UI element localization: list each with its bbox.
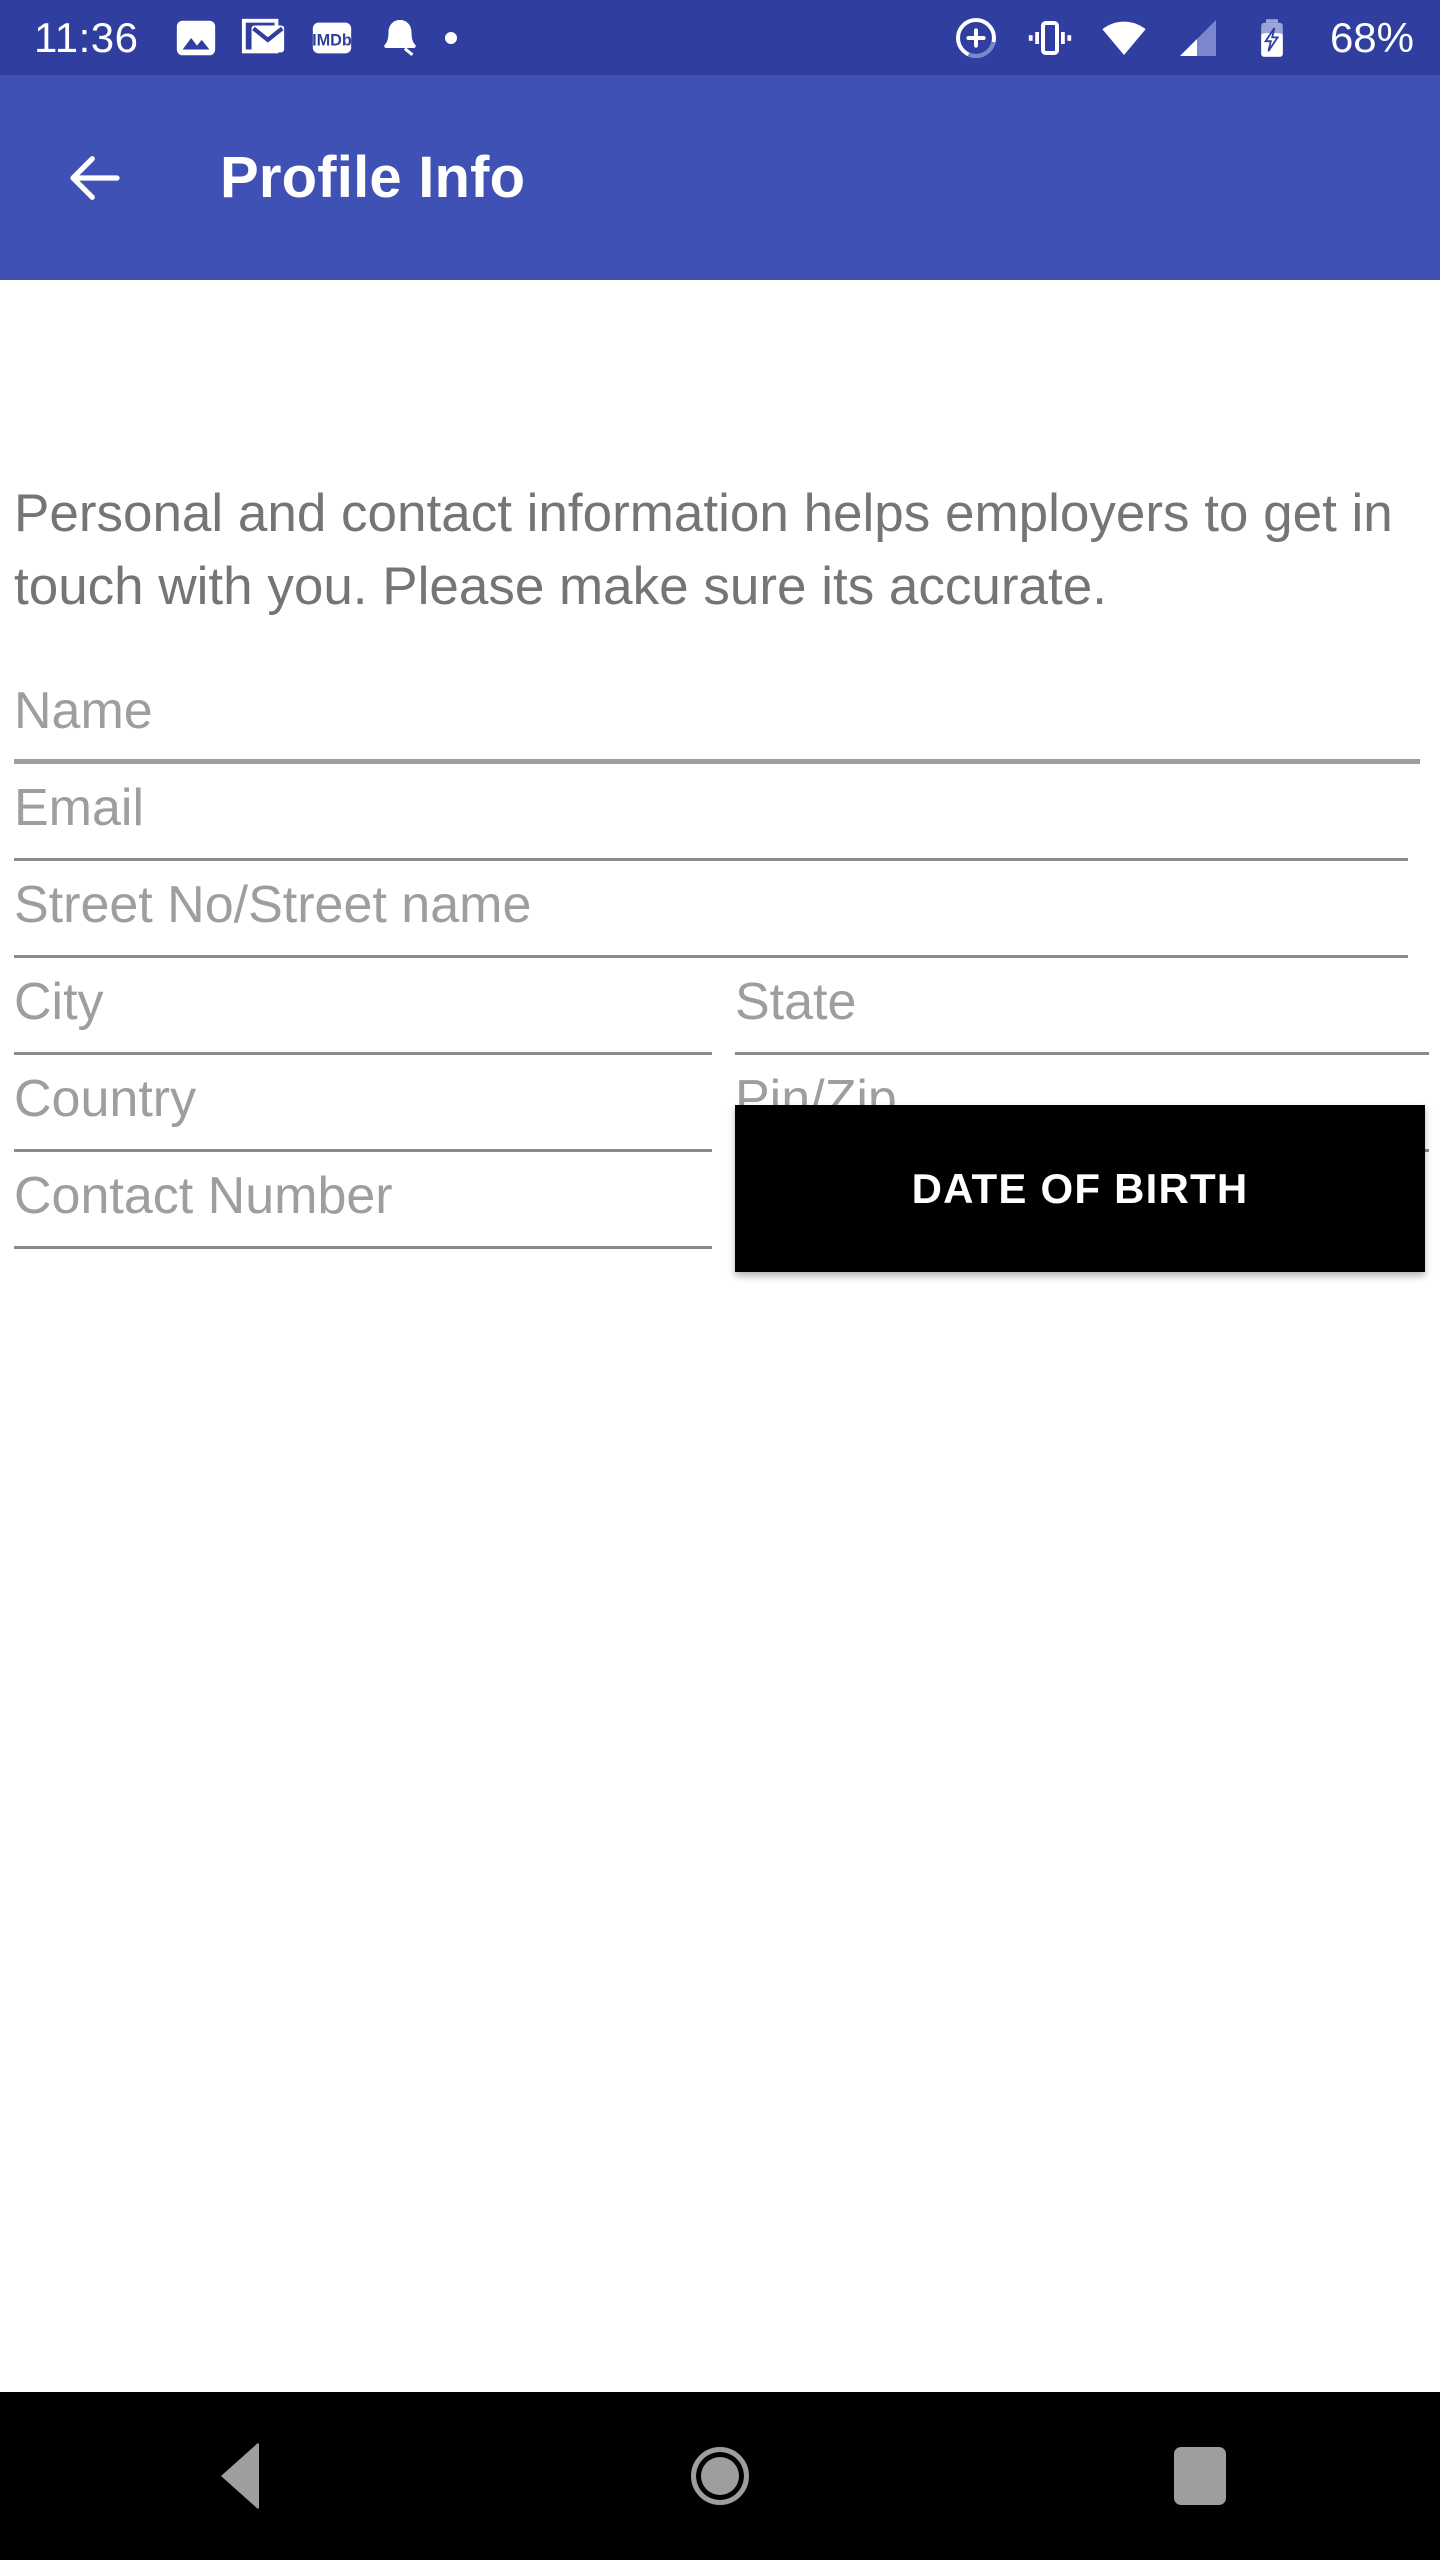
back-triangle-icon <box>221 2442 259 2510</box>
date-of-birth-label: DATE OF BIRTH <box>911 1164 1249 1212</box>
field-name-underline <box>14 759 1420 764</box>
field-email[interactable]: Email <box>14 765 1408 861</box>
field-email-label: Email <box>14 779 145 837</box>
field-city-label: City <box>14 973 104 1031</box>
field-state[interactable]: State <box>735 959 1429 1055</box>
form-content: Personal and contact information helps e… <box>0 280 1440 2392</box>
app-bar: Profile Info <box>0 75 1440 280</box>
status-bar-clock: 11:36 <box>34 14 139 61</box>
field-country-underline <box>14 1149 712 1152</box>
bell-icon <box>377 15 423 61</box>
nav-recents-button[interactable] <box>1110 2392 1290 2560</box>
status-bar-notification-icons: IMDb <box>173 15 457 61</box>
dnd-add-icon <box>952 14 1000 62</box>
field-state-underline <box>735 1052 1429 1055</box>
status-bar-system-icons: 68% <box>952 14 1414 62</box>
page-title: Profile Info <box>220 145 526 210</box>
field-city[interactable]: City <box>14 959 712 1055</box>
wifi-icon <box>1100 14 1148 62</box>
recents-square-icon <box>1174 2447 1226 2505</box>
field-city-underline <box>14 1052 712 1055</box>
nav-home-button[interactable] <box>630 2392 810 2560</box>
field-contact-number-label: Contact Number <box>14 1167 393 1225</box>
cellular-signal-icon <box>1174 14 1222 62</box>
photos-icon <box>173 15 219 61</box>
field-contact-number[interactable]: Contact Number <box>14 1153 712 1249</box>
field-email-underline <box>14 858 1408 861</box>
field-country-label: Country <box>14 1070 197 1128</box>
nav-back-button[interactable] <box>150 2392 330 2560</box>
status-bar: 11:36 IMDb 68% <box>0 0 1440 75</box>
field-street[interactable]: Street No/Street name <box>14 862 1408 958</box>
imdb-icon: IMDb <box>309 15 355 61</box>
dot-icon <box>444 31 457 44</box>
battery-charging-icon <box>1248 14 1296 62</box>
gmail-icon <box>241 15 287 61</box>
home-circle-icon <box>691 2447 749 2505</box>
field-name-label: Name <box>14 682 153 740</box>
field-street-label: Street No/Street name <box>14 876 532 934</box>
field-contact-number-underline <box>14 1246 712 1249</box>
field-name[interactable]: Name <box>14 668 1420 764</box>
phone-screen: 11:36 IMDb 68% Profile Info Personal and… <box>0 0 1440 2560</box>
android-navigation-bar <box>0 2392 1440 2560</box>
field-country[interactable]: Country <box>14 1056 712 1152</box>
vibrate-icon <box>1026 14 1074 62</box>
intro-description: Personal and contact information helps e… <box>14 484 1393 616</box>
date-of-birth-button[interactable]: DATE OF BIRTH <box>735 1105 1425 1272</box>
field-street-underline <box>14 955 1408 958</box>
back-arrow-icon[interactable] <box>62 145 128 211</box>
battery-percent-label: 68% <box>1329 13 1414 61</box>
field-state-label: State <box>735 973 857 1031</box>
svg-text:IMDb: IMDb <box>312 31 352 49</box>
